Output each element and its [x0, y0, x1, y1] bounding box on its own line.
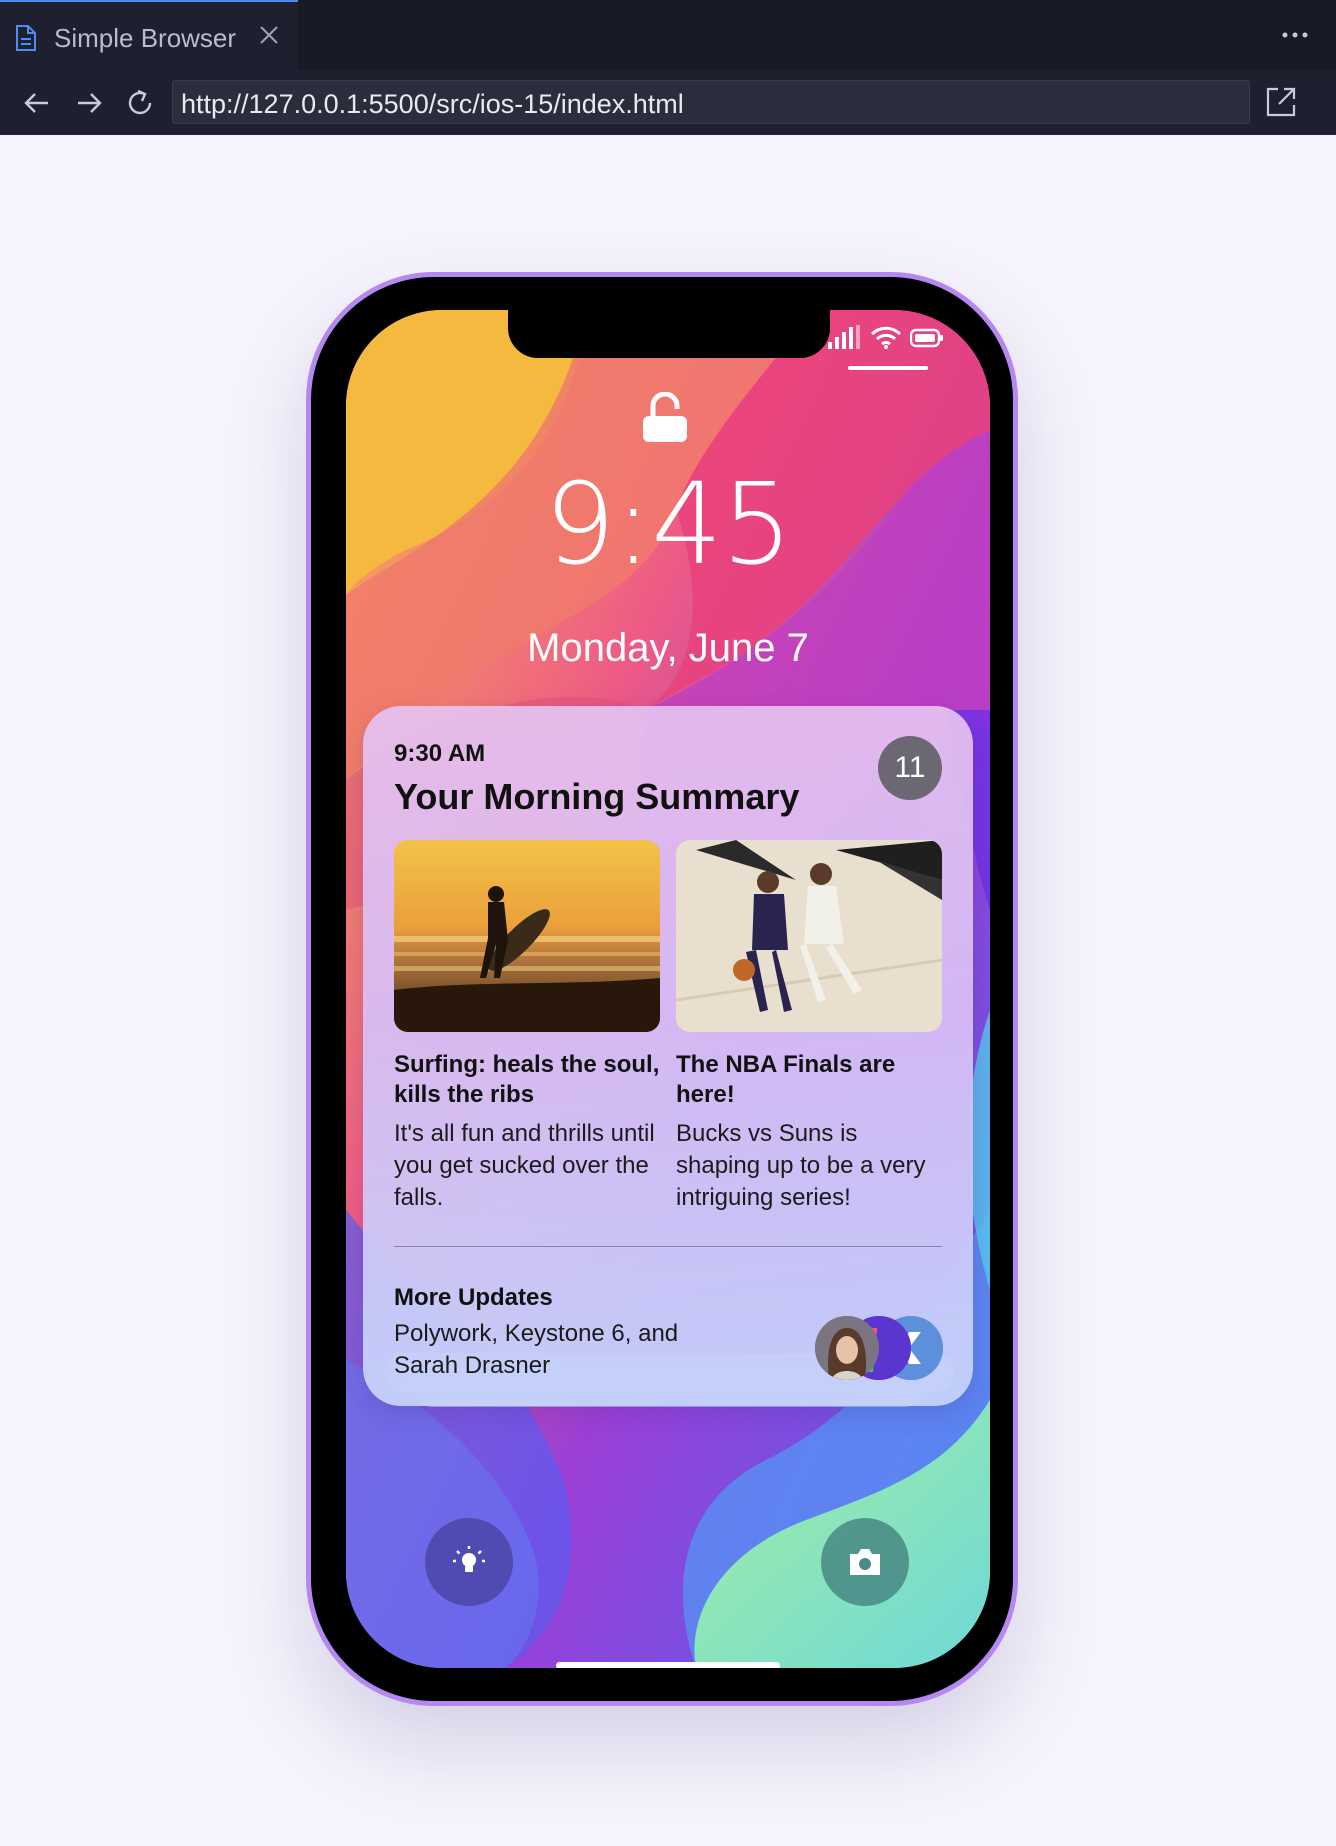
- battery-icon: [910, 328, 943, 348]
- flashlight-icon: [453, 1546, 485, 1572]
- notification-title: Your Morning Summary: [394, 776, 800, 817]
- story-nba[interactable]: The NBA Finals are here! Bucks vs Suns i…: [676, 840, 942, 1214]
- wifi-icon: [870, 326, 902, 349]
- file-icon: [16, 25, 36, 51]
- tab-title: Simple Browser: [54, 23, 237, 53]
- phone-frame: 9:45 Monday, June 7 9:30 AM Your Morning…: [306, 272, 1018, 1706]
- surfer-image: [394, 840, 660, 1032]
- card-divider: [394, 1246, 942, 1247]
- lock-clock: 9:45: [544, 460, 793, 590]
- story-body: Bucks vs Suns is shaping up to be a very…: [676, 1120, 926, 1211]
- status-indicator: [848, 366, 928, 370]
- tab-simple-browser[interactable]: Simple Browser: [0, 0, 298, 70]
- url-input[interactable]: http://127.0.0.1:5500/src/ios-15/index.h…: [172, 80, 1250, 124]
- more-icon[interactable]: [1278, 20, 1312, 50]
- reload-icon[interactable]: [124, 86, 158, 120]
- flashlight-button[interactable]: [425, 1518, 513, 1606]
- notification-count-badge: 11: [878, 736, 942, 800]
- more-updates-title: More Updates: [394, 1284, 553, 1311]
- url-text: http://127.0.0.1:5500/src/ios-15/index.h…: [181, 89, 684, 119]
- close-icon[interactable]: [256, 22, 282, 48]
- notification-time: 9:30 AM: [394, 740, 486, 767]
- notification-summary-card[interactable]: 9:30 AM Your Morning Summary 11 Surfing:…: [363, 706, 973, 1406]
- unlocked-padlock-icon: [643, 392, 687, 442]
- open-external-icon[interactable]: [1264, 85, 1298, 119]
- update-app-avatars: [815, 1316, 943, 1380]
- back-icon[interactable]: [20, 86, 54, 120]
- story-headline: Surfing: heals the soul, kills the ribs: [394, 1051, 660, 1108]
- tab-bar: Simple Browser: [0, 0, 1336, 70]
- home-indicator[interactable]: [556, 1662, 780, 1668]
- camera-icon: [850, 1549, 880, 1575]
- status-bar: [828, 325, 944, 349]
- forward-icon[interactable]: [72, 86, 106, 120]
- notch: [508, 310, 830, 358]
- story-headline: The NBA Finals are here!: [676, 1051, 896, 1108]
- story-surfing[interactable]: Surfing: heals the soul, kills the ribs …: [394, 840, 660, 1214]
- sarah-drasner-avatar: [815, 1316, 879, 1380]
- camera-button[interactable]: [821, 1518, 909, 1606]
- basketball-image: [676, 840, 942, 1032]
- address-bar: http://127.0.0.1:5500/src/ios-15/index.h…: [0, 70, 1336, 135]
- story-body: It's all fun and thrills until you get s…: [394, 1120, 655, 1211]
- more-updates-body: Polywork, Keystone 6, and Sarah Drasner: [394, 1320, 679, 1379]
- signal-icon: [828, 325, 860, 349]
- lock-screen: 9:45 Monday, June 7 9:30 AM Your Morning…: [346, 310, 990, 1668]
- lock-date: Monday, June 7: [527, 626, 809, 670]
